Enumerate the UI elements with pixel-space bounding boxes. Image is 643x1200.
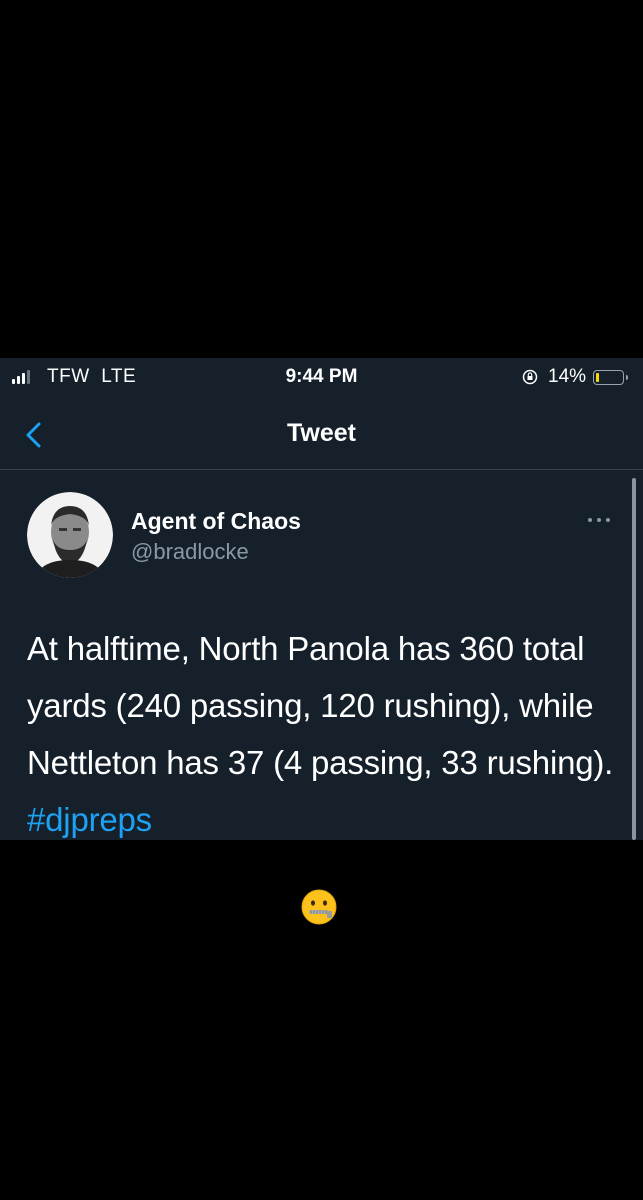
status-bar: TFW LTE 9:44 PM 14% [0,358,643,398]
avatar[interactable] [27,492,113,578]
ellipsis-icon[interactable] [584,512,614,528]
author-name[interactable]: Agent of Chaos [131,508,301,535]
scrollbar[interactable] [632,478,636,840]
nav-bar: Tweet [0,398,643,470]
author-handle[interactable]: @bradlocke [131,539,249,565]
battery-percent: 14% [548,366,587,387]
tweet-screen: TFW LTE 9:44 PM 14% Tweet Agent of Chaos… [0,358,643,840]
hashtag-link[interactable]: #djpreps [27,801,152,838]
tweet: Agent of Chaos @bradlocke At halftime, N… [0,470,643,840]
tweet-text: At halftime, North Panola has 360 total … [27,620,617,848]
page: TFW LTE 9:44 PM 14% Tweet Agent of Chaos… [0,0,643,1200]
page-title: Tweet [287,419,356,447]
battery-icon [593,370,628,385]
zipper-mouth-face-icon [301,889,337,925]
battery-fill [596,373,599,382]
orientation-lock-icon [522,369,538,385]
tweet-body-text: At halftime, North Panola has 360 total … [27,630,614,781]
status-time: 9:44 PM [285,366,358,387]
